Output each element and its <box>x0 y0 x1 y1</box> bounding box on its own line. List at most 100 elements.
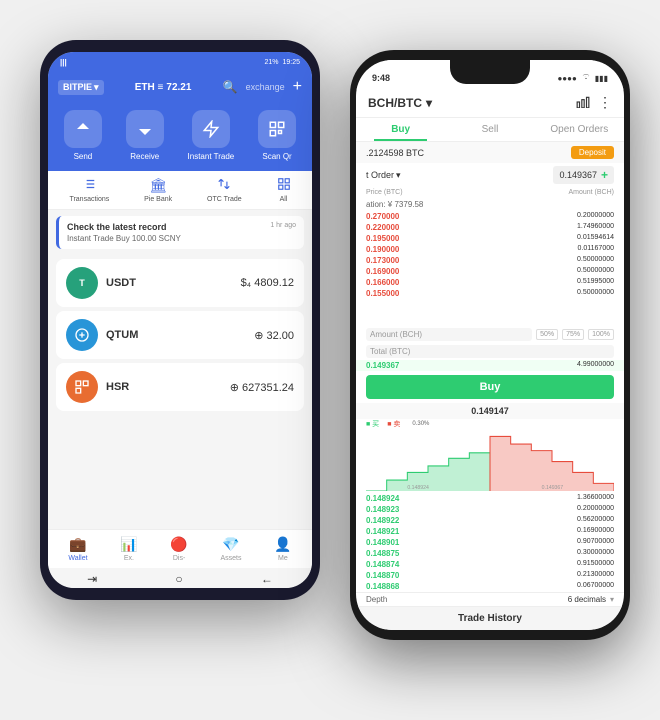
instant-trade-icon <box>192 110 230 148</box>
sell-order-8: 0.155000 0.50000000 <box>356 288 624 299</box>
all-icon <box>277 177 291 194</box>
notification-title: Check the latest record 1 hr ago <box>67 222 296 232</box>
buy-order-row: 0.149367 4.99000000 <box>356 360 624 371</box>
pair-chevron-icon: ▾ <box>426 96 432 110</box>
send-button[interactable]: Send <box>64 110 102 161</box>
transactions-button[interactable]: Transactions <box>69 177 109 203</box>
trading-pair[interactable]: BCH/BTC ▾ <box>368 96 432 110</box>
total-field[interactable]: Total (BTC) <box>366 345 614 358</box>
instant-trade-button[interactable]: Instant Trade <box>188 110 235 161</box>
ask-row-7: 0.148874 0.91500000 <box>356 559 624 570</box>
scan-qr-label: Scan Qr <box>262 152 291 161</box>
orderbook-headers: Price (BTC) Amount (BCH) <box>356 187 624 198</box>
exchange-label: Ex. <box>124 555 134 562</box>
me-icon: 👤 <box>274 536 291 553</box>
ios-signal-icon: ●●●● <box>557 74 576 83</box>
order-type-chevron-icon: ▾ <box>396 170 401 181</box>
75pct-button[interactable]: 75% <box>562 329 584 340</box>
hsr-asset-row[interactable]: HSR ⊕ 627351.24 <box>56 363 304 411</box>
hsr-icon <box>66 371 98 403</box>
qtum-icon <box>66 319 98 351</box>
discover-label: Dis- <box>173 555 185 562</box>
pie-bank-label: Pie Bank <box>144 196 172 203</box>
discover-nav-item[interactable]: 🔴 Dis- <box>170 536 187 562</box>
header-icons: 🔍 exchange + <box>223 78 302 96</box>
android-screen: ||| 21% 19:25 BITPIE ▾ ETH ≡ 72.21 🔍 <box>48 52 312 588</box>
buy-tab[interactable]: Buy <box>356 118 445 141</box>
exchange-nav-item[interactable]: 📊 Ex. <box>120 536 137 562</box>
ask-row-9: 0.148868 0.06700000 <box>356 581 624 592</box>
sell-order-7: 0.166000 0.51995000 <box>356 277 624 288</box>
ask-row-6: 0.148875 0.30000000 <box>356 548 624 559</box>
instant-trade-label: Instant Trade <box>188 152 235 161</box>
android-home-bar: ⇥ ○ ← <box>48 568 312 588</box>
ask-row-8: 0.148870 0.21300000 <box>356 570 624 581</box>
ios-time: 9:48 <box>372 73 390 83</box>
order-type-selector[interactable]: t Order ▾ <box>366 170 401 181</box>
open-orders-tab[interactable]: Open Orders <box>535 118 624 141</box>
chart-legend: ■ 买 ■ 卖 0.30% <box>356 419 624 429</box>
quick-actions-row: Send Receive Instant Trade <box>48 102 312 171</box>
qtum-asset-row[interactable]: QTUM ⊕ 32.00 <box>56 311 304 359</box>
ios-phone: 9:48 ●●●● ▮▮▮ BCH/BTC ▾ <box>350 50 630 640</box>
amount-field[interactable]: Amount (BCH) <box>366 328 532 341</box>
ask-row-2: 0.148923 0.20000000 <box>356 504 624 515</box>
buy-legend: ■ 买 <box>366 419 379 429</box>
wallet-nav-item[interactable]: 💼 Wallet <box>68 536 87 562</box>
notification-body: Instant Trade Buy 100.00 SCNY <box>67 234 296 243</box>
sell-order-4: 0.190000 0.01167000 <box>356 244 624 255</box>
depth-row: Depth 6 decimals ▾ <box>356 592 624 606</box>
assets-nav-item[interactable]: 💎 Assets <box>220 536 241 562</box>
usdt-balance: $₄ 4809.12 <box>241 277 294 289</box>
ios-header-icons: ⋮ <box>576 94 612 111</box>
price-input[interactable]: 0.149367 + <box>553 166 614 184</box>
sell-tab[interactable]: Sell <box>445 118 534 141</box>
usdt-name: USDT <box>106 277 136 289</box>
trade-history-button[interactable]: Trade History <box>356 606 624 630</box>
depth-arrow-icon[interactable]: ▾ <box>610 595 614 604</box>
assets-list: T USDT $₄ 4809.12 QTUM ⊕ 32.00 <box>48 255 312 529</box>
pie-bank-button[interactable]: 🏛 Pie Bank <box>144 177 172 203</box>
carrier-text: ||| <box>60 58 67 67</box>
buy-button[interactable]: Buy <box>366 375 614 399</box>
amount-input-row: Amount (BCH) 50% 75% 100% <box>356 326 624 343</box>
100pct-button[interactable]: 100% <box>588 329 614 340</box>
me-nav-item[interactable]: 👤 Me <box>274 536 291 562</box>
scan-qr-button[interactable]: Scan Qr <box>258 110 296 161</box>
ios-status-icons: ●●●● ▮▮▮ <box>557 73 608 83</box>
all-button[interactable]: All <box>277 177 291 203</box>
ios-header: BCH/BTC ▾ ⋮ <box>356 90 624 118</box>
50pct-button[interactable]: 50% <box>536 329 558 340</box>
more-options-icon[interactable]: ⋮ <box>598 94 612 111</box>
otc-trade-button[interactable]: OTC Trade <box>207 177 242 203</box>
exchange-icon[interactable]: exchange <box>246 82 285 92</box>
sell-order-5: 0.173000 0.50000000 <box>356 255 624 266</box>
add-icon[interactable]: + <box>293 78 302 96</box>
svg-text:0.148924: 0.148924 <box>407 485 429 491</box>
search-icon[interactable]: 🔍 <box>223 80 238 94</box>
usdt-asset-row[interactable]: T USDT $₄ 4809.12 <box>56 259 304 307</box>
sell-order-3: 0.195000 0.01594614 <box>356 233 624 244</box>
qtum-balance: ⊕ 32.00 <box>254 329 294 342</box>
pct-change: 0.30% <box>412 421 429 427</box>
pie-bank-icon: 🏛 <box>149 177 167 194</box>
send-icon <box>64 110 102 148</box>
home-icon[interactable]: ○ <box>175 572 182 586</box>
recent-apps-icon[interactable]: ⇥ <box>87 572 97 586</box>
ask-rows: 0.148924 1.36600000 0.148923 0.20000000 … <box>356 493 624 592</box>
transactions-icon <box>82 177 96 194</box>
status-right: 21% 19:25 <box>264 59 300 66</box>
transactions-label: Transactions <box>69 196 109 203</box>
back-icon[interactable]: ← <box>261 572 273 586</box>
estimation-row: ation: ¥ 7379.58 <box>356 198 624 211</box>
wallet-label: Wallet <box>68 555 87 562</box>
amount-col-header: Amount (BCH) <box>568 189 614 196</box>
all-label: All <box>280 196 288 203</box>
sell-order-2: 0.220000 1.74960000 <box>356 222 624 233</box>
depth-decimals: 6 decimals <box>568 595 606 604</box>
ask-row-1: 0.148924 1.36600000 <box>356 493 624 504</box>
receive-button[interactable]: Receive <box>126 110 164 161</box>
chart-toggle-icon[interactable] <box>576 95 590 111</box>
brand-logo[interactable]: BITPIE ▾ <box>58 80 104 95</box>
deposit-button[interactable]: Deposit <box>571 146 614 159</box>
